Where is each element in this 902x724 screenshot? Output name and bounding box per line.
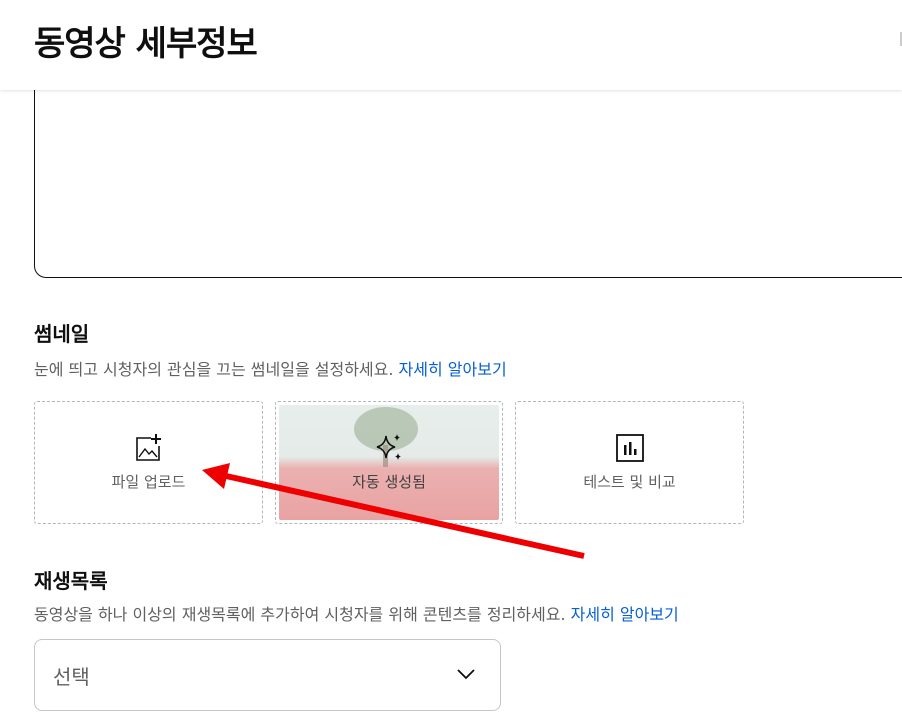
sparkle-icon (374, 433, 404, 463)
chevron-down-icon (456, 666, 476, 685)
playlist-section-description: 동영상을 하나 이상의 재생목록에 추가하여 시청자를 위해 콘텐츠를 정리하세… (34, 601, 679, 625)
auto-generated-thumbnail[interactable]: 자동 생성됨 (275, 401, 503, 524)
upload-file-label: 파일 업로드 (111, 473, 186, 491)
bar-chart-icon (615, 433, 645, 463)
thumbnail-section-title: 썸네일 (34, 322, 90, 346)
test-and-compare-label: 테스트 및 비교 (583, 473, 676, 491)
playlist-section-title: 재생목록 (34, 569, 108, 593)
page-header: 동영상 세부정보 (0, 0, 902, 90)
playlist-description-text: 동영상을 하나 이상의 재생목록에 추가하여 시청자를 위해 콘텐츠를 정리하세… (34, 605, 566, 624)
upload-file-button[interactable]: 파일 업로드 (34, 401, 263, 524)
playlist-learn-more-link[interactable]: 자세히 알아보기 (571, 605, 679, 624)
thumbnail-learn-more-link[interactable]: 자세히 알아보기 (399, 360, 507, 379)
auto-generated-label: 자동 생성됨 (352, 473, 426, 491)
thumbnail-description-text: 눈에 띄고 시청자의 관심을 끄는 썸네일을 설정하세요. (34, 360, 394, 379)
page-title: 동영상 세부정보 (34, 24, 258, 64)
image-add-icon (134, 433, 164, 463)
description-textarea[interactable] (34, 60, 902, 278)
playlist-select[interactable]: 선택 (34, 639, 501, 711)
test-and-compare-button[interactable]: 테스트 및 비교 (515, 401, 744, 524)
thumbnail-section-description: 눈에 띄고 시청자의 관심을 끄는 썸네일을 설정하세요. 자세히 알아보기 (34, 356, 507, 380)
playlist-select-value: 선택 (53, 665, 90, 689)
